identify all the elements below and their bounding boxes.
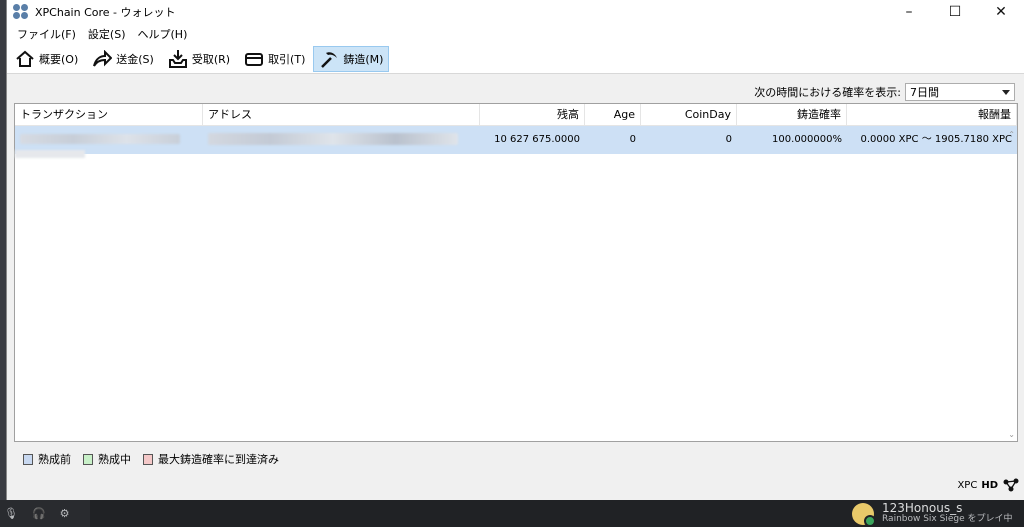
header-address[interactable]: アドレス (203, 104, 480, 126)
send-label: 送金(S) (116, 52, 154, 66)
menu-file[interactable]: ファイル(F) (11, 26, 82, 42)
legend-swatch (143, 453, 153, 465)
gear-icon[interactable]: ⚙ (60, 507, 70, 520)
discord-bar: 🎙 🎧 ⚙ 123Honous_s Rainbow Six Siege をプレイ… (0, 500, 1024, 527)
period-select[interactable]: 7日間 (905, 83, 1015, 101)
pickaxe-icon (321, 51, 338, 68)
menu-settings[interactable]: 設定(S) (82, 26, 132, 42)
overview-button[interactable]: 概要(O) (9, 46, 84, 72)
cell-address (203, 126, 480, 154)
probability-filter-label: 次の時間における確率を表示: (754, 86, 901, 99)
minimize-button[interactable]: – (886, 0, 932, 24)
status-bar: XPC HD (957, 478, 1020, 492)
maximize-button[interactable]: ☐ (932, 0, 978, 24)
receive-button[interactable]: 受取(R) (162, 46, 236, 72)
overview-label: 概要(O) (39, 52, 79, 66)
legend-label: 熟成前 (38, 453, 71, 466)
menu-help[interactable]: ヘルプ(H) (132, 26, 194, 42)
close-button[interactable]: ✕ (978, 0, 1024, 24)
voice-controls: 🎙 🎧 ⚙ (0, 500, 90, 527)
header-coinday[interactable]: CoinDay (641, 104, 737, 126)
legend-swatch (23, 453, 33, 465)
legend-label: 熟成中 (98, 453, 131, 466)
header-balance[interactable]: 残高 (480, 104, 585, 126)
header-probability[interactable]: 鋳造確率 (737, 104, 847, 126)
xpchain-logo-icon (13, 4, 29, 20)
legend-immature: 熟成前 (23, 451, 71, 467)
scroll-down-icon[interactable]: ⌄ (1008, 430, 1015, 439)
window-title: XPChain Core - ウォレット (35, 6, 176, 19)
period-select-value: 7日間 (910, 86, 939, 99)
header-reward[interactable]: 報酬量 (847, 104, 1017, 126)
title-bar: XPChain Core - ウォレット – ☐ ✕ (7, 0, 1024, 24)
table-header: トランザクション アドレス 残高 Age CoinDay 鋳造確率 報酬量 (15, 104, 1017, 126)
send-button[interactable]: 送金(S) (86, 46, 160, 72)
legend: 熟成前 熟成中 最大鋳造確率に到達済み (23, 451, 291, 467)
mint-button[interactable]: 鋳造(M) (313, 45, 390, 72)
cell-age: 0 (629, 134, 636, 145)
header-age[interactable]: Age (585, 104, 641, 126)
redacted-address (208, 133, 458, 145)
avatar (852, 502, 876, 527)
card-icon (245, 52, 264, 66)
legend-label: 最大鋳造確率に到達済み (158, 453, 279, 466)
unit-label[interactable]: XPC (957, 480, 977, 491)
network-icon (1003, 478, 1019, 492)
headphones-icon[interactable]: 🎧 (32, 507, 46, 520)
redacted-text (15, 150, 85, 158)
send-arrow-icon (93, 49, 113, 67)
username: 123Honous_s (882, 501, 963, 515)
transactions-label: 取引(T) (268, 52, 306, 66)
legend-max-probability: 最大鋳造確率に到達済み (143, 451, 279, 467)
probability-filter: 次の時間における確率を表示: 7日間 (7, 82, 1024, 102)
cell-coinday: 0 (725, 134, 732, 145)
chevron-down-icon (1002, 89, 1010, 95)
legend-swatch (83, 453, 93, 465)
user-presence[interactable]: 123Honous_s Rainbow Six Siege をプレイ中 (852, 501, 1013, 527)
wallet-window: XPChain Core - ウォレット – ☐ ✕ ファイル(F) 設定(S)… (6, 0, 1024, 500)
table-row[interactable]: 10 627 675.0000 0 0 100.000000% 0.0000 X… (15, 126, 1017, 154)
receive-label: 受取(R) (191, 52, 231, 66)
cell-balance: 10 627 675.0000 (494, 134, 580, 145)
mint-table: トランザクション アドレス 残高 Age CoinDay 鋳造確率 報酬量 10… (14, 103, 1018, 442)
receive-inbox-icon (168, 49, 187, 68)
transactions-button[interactable]: 取引(T) (238, 46, 311, 72)
toolbar: 概要(O) 送金(S) 受取(R) 取引(T) 鋳造(M) (7, 44, 1024, 74)
microphone-icon[interactable]: 🎙 (4, 507, 18, 520)
activity-status: Rainbow Six Siege をプレイ中 (882, 514, 1013, 524)
mint-label: 鋳造(M) (343, 52, 384, 66)
cell-reward: 0.0000 XPC ～ 1905.7180 XPC (860, 134, 1012, 145)
cell-probability: 100.000000% (772, 134, 842, 145)
home-icon (16, 50, 34, 67)
hd-wallet-badge: HD (981, 479, 998, 491)
menu-bar: ファイル(F) 設定(S) ヘルプ(H) (7, 24, 1024, 44)
scroll-up-icon[interactable]: ⌃ (1008, 130, 1015, 139)
legend-maturing: 熟成中 (83, 451, 131, 467)
header-transaction[interactable]: トランザクション (15, 104, 203, 126)
redacted-transaction (20, 134, 180, 144)
